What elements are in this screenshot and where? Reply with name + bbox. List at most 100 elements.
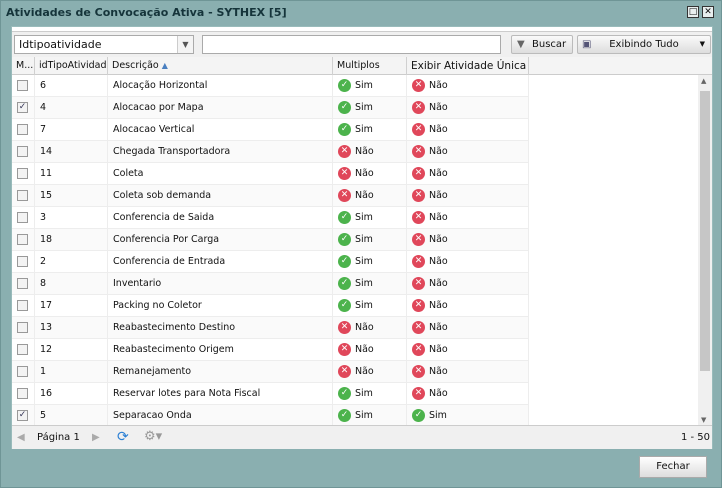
x-icon: ✕ (338, 365, 351, 378)
field-select[interactable]: Idtipoatividade ▼ (14, 35, 194, 54)
exibir-unica-cell: ✕ Não (407, 119, 529, 141)
table-row[interactable]: 8 Inventario ✓ Sim ✕ Não (12, 273, 529, 295)
multiplos-value: Sim (355, 212, 373, 223)
x-icon: ✕ (412, 321, 425, 334)
mark-cell (12, 317, 35, 339)
x-icon: ✕ (412, 211, 425, 224)
exibir-unica-value: Não (429, 322, 448, 333)
check-icon: ✓ (338, 409, 351, 422)
multiplos-cell: ✓ Sim (333, 273, 407, 295)
table-row[interactable]: 11 Coleta ✕ Não ✕ Não (12, 163, 529, 185)
id-cell: 16 (35, 383, 108, 405)
exibir-unica-value: Não (429, 256, 448, 267)
row-checkbox[interactable] (17, 278, 28, 289)
x-icon: ✕ (412, 343, 425, 356)
filter-dropdown-button[interactable]: ▣ Exibindo Tudo ▼ (577, 35, 711, 54)
check-icon: ✓ (338, 123, 351, 136)
refresh-icon[interactable]: ⟳ (117, 429, 129, 445)
row-checkbox[interactable] (17, 388, 28, 399)
multiplos-value: Não (355, 146, 374, 157)
scroll-down-icon[interactable]: ▼ (701, 416, 706, 424)
row-checkbox[interactable] (17, 80, 28, 91)
exibir-unica-cell: ✕ Não (407, 339, 529, 361)
check-icon: ✓ (338, 299, 351, 312)
exibir-unica-cell: ✕ Não (407, 383, 529, 405)
row-checkbox[interactable] (17, 190, 28, 201)
filter-icon: ▼ (517, 39, 525, 50)
table-row[interactable]: 12 Reabastecimento Origem ✕ Não ✕ Não (12, 339, 529, 361)
maximize-icon[interactable]: □ (687, 6, 699, 18)
scroll-up-icon[interactable]: ▲ (701, 77, 706, 85)
chevron-down-icon[interactable]: ▼ (177, 36, 193, 53)
x-icon: ✕ (412, 189, 425, 202)
gear-icon[interactable]: ⚙▾ (144, 429, 162, 444)
x-icon: ✕ (412, 299, 425, 312)
x-icon: ✕ (412, 145, 425, 158)
chevron-down-icon: ▼ (699, 40, 705, 48)
x-icon: ✕ (338, 321, 351, 334)
id-cell: 1 (35, 361, 108, 383)
row-checkbox[interactable] (17, 146, 28, 157)
row-checkbox[interactable] (17, 256, 28, 267)
table-row[interactable]: 17 Packing no Coletor ✓ Sim ✕ Não (12, 295, 529, 317)
check-icon: ✓ (338, 277, 351, 290)
id-cell: 2 (35, 251, 108, 273)
row-checkbox[interactable] (17, 168, 28, 179)
table-row[interactable]: 1 Remanejamento ✕ Não ✕ Não (12, 361, 529, 383)
next-page-icon[interactable]: ▶ (92, 432, 100, 443)
row-checkbox[interactable] (17, 212, 28, 223)
mark-cell (12, 273, 35, 295)
table-row[interactable]: 18 Conferencia Por Carga ✓ Sim ✕ Não (12, 229, 529, 251)
exibir-unica-cell: ✕ Não (407, 317, 529, 339)
table-row[interactable]: 6 Alocação Horizontal ✓ Sim ✕ Não (12, 75, 529, 97)
multiplos-value: Não (355, 168, 374, 179)
exibir-unica-cell: ✓ Sim (407, 405, 529, 426)
table-row[interactable]: 16 Reservar lotes para Nota Fiscal ✓ Sim … (12, 383, 529, 405)
column-header-id[interactable]: idTipoAtividade (35, 57, 108, 75)
exibir-unica-value: Não (429, 168, 448, 179)
document-icon: ▣ (582, 39, 592, 50)
row-checkbox[interactable] (17, 322, 28, 333)
buscar-button[interactable]: ▼ Buscar (511, 35, 573, 54)
table-row[interactable]: 14 Chegada Transportadora ✕ Não ✕ Não (12, 141, 529, 163)
row-checkbox[interactable] (17, 344, 28, 355)
multiplos-value: Sim (355, 278, 373, 289)
fechar-button[interactable]: Fechar (639, 456, 707, 478)
check-icon: ✓ (338, 233, 351, 246)
table-row[interactable]: 13 Reabastecimento Destino ✕ Não ✕ Não (12, 317, 529, 339)
table-row[interactable]: 7 Alocacao Vertical ✓ Sim ✕ Não (12, 119, 529, 141)
check-icon: ✓ (338, 101, 351, 114)
descricao-cell: Reabastecimento Destino (108, 317, 333, 339)
vertical-scrollbar[interactable]: ▲ ▼ (698, 75, 712, 426)
row-checkbox[interactable] (17, 124, 28, 135)
prev-page-icon[interactable]: ◀ (17, 432, 25, 443)
row-checkbox[interactable] (17, 366, 28, 377)
check-icon: ✓ (338, 255, 351, 268)
multiplos-cell: ✕ Não (333, 163, 407, 185)
mark-cell (12, 339, 35, 361)
mark-cell: ✓ (12, 97, 35, 119)
scrollbar-thumb[interactable] (700, 91, 710, 371)
table-row[interactable]: 15 Coleta sob demanda ✕ Não ✕ Não (12, 185, 529, 207)
mark-cell (12, 75, 35, 97)
column-header-multiplos[interactable]: Multiplos (333, 57, 407, 75)
row-checkbox[interactable] (17, 300, 28, 311)
id-cell: 11 (35, 163, 108, 185)
grid-panel: Idtipoatividade ▼ ▼ Buscar ▣ Exibindo Tudo ▼… (11, 26, 713, 449)
search-input[interactable] (202, 35, 501, 54)
descricao-cell: Conferencia de Saida (108, 207, 333, 229)
table-row[interactable]: 3 Conferencia de Saida ✓ Sim ✕ Não (12, 207, 529, 229)
row-checkbox[interactable]: ✓ (17, 102, 28, 113)
column-header-descricao[interactable]: Descrição ▲ (108, 57, 333, 75)
id-cell: 8 (35, 273, 108, 295)
column-header-marked[interactable]: M... (12, 57, 35, 75)
close-icon[interactable]: ✕ (702, 6, 714, 18)
mark-cell (12, 295, 35, 317)
exibir-unica-cell: ✕ Não (407, 273, 529, 295)
column-header-exibir-unica[interactable]: Exibir Atividade Única (407, 57, 529, 75)
table-row[interactable]: ✓ 5 Separacao Onda ✓ Sim ✓ Sim (12, 405, 529, 426)
table-row[interactable]: ✓ 4 Alocacao por Mapa ✓ Sim ✕ Não (12, 97, 529, 119)
row-checkbox[interactable]: ✓ (17, 410, 28, 421)
table-row[interactable]: 2 Conferencia de Entrada ✓ Sim ✕ Não (12, 251, 529, 273)
row-checkbox[interactable] (17, 234, 28, 245)
